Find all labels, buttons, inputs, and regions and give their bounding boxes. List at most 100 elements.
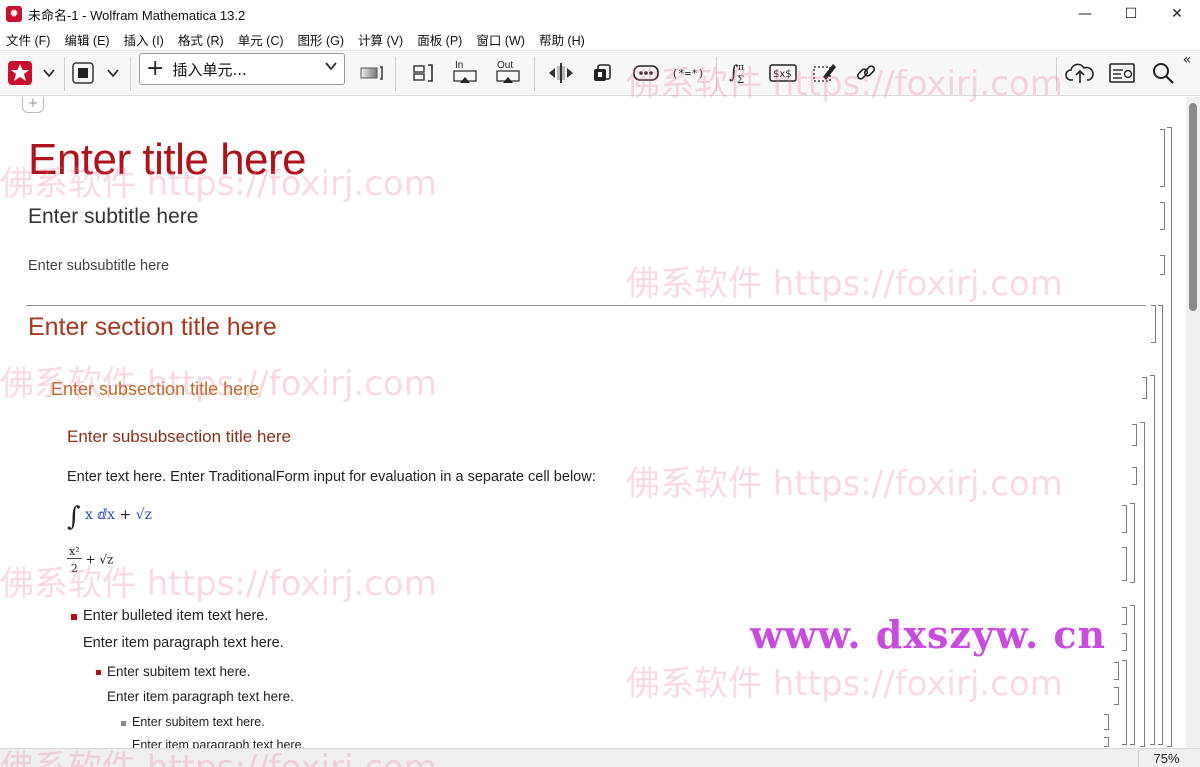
output-fraction: x² 2 <box>67 545 82 575</box>
input-plus: + <box>119 507 132 523</box>
cell-bracket[interactable] <box>1160 202 1165 230</box>
split-cell-icon[interactable] <box>546 58 576 88</box>
output-plus: + <box>85 552 96 567</box>
add-cell-icon[interactable]: + <box>22 97 44 113</box>
input-sqrt: √z <box>135 507 152 523</box>
group-bracket[interactable] <box>1130 605 1135 745</box>
status-bar: 75% <box>0 748 1200 767</box>
menu-window[interactable]: 窗口 (W) <box>476 30 525 49</box>
group-bracket[interactable] <box>1167 127 1172 747</box>
menu-palettes[interactable]: 面板 (P) <box>417 30 462 49</box>
menu-format[interactable]: 格式 (R) <box>178 30 224 49</box>
drawing-tools-icon[interactable] <box>810 58 838 88</box>
menu-file[interactable]: 文件 (F) <box>6 30 50 49</box>
scrollbar-thumb[interactable] <box>1189 103 1197 311</box>
svg-text:π: π <box>738 63 744 73</box>
math-palette-icon[interactable]: ∫ π Σ <box>726 58 754 88</box>
cell-style-icon[interactable] <box>357 58 385 88</box>
menu-evaluation[interactable]: 计算 (V) <box>358 30 403 49</box>
item-paragraph-cell[interactable]: Enter item paragraph text here. <box>83 635 284 651</box>
window-controls: — ☐ ✕ <box>1062 0 1200 28</box>
cell-bracket[interactable] <box>1104 737 1109 747</box>
insert-cell-dropdown[interactable]: + 插入单元... <box>139 53 345 85</box>
cell-bracket[interactable] <box>1160 129 1165 187</box>
group-bracket[interactable] <box>1140 422 1145 747</box>
group-cells-icon[interactable] <box>588 58 616 88</box>
input-cell[interactable]: ∫ x ⅆx + √z <box>67 502 152 532</box>
subsubsection-cell[interactable]: Enter subsubsection title here <box>67 427 291 447</box>
window-title: 未命名-1 - Wolfram Mathematica 13.2 <box>28 7 246 23</box>
menu-insert[interactable]: 插入 (I) <box>124 30 164 49</box>
cell-bracket[interactable] <box>1114 662 1119 680</box>
subsection-cell[interactable]: Enter subsection title here <box>51 379 259 400</box>
section-cell[interactable]: Enter section title here <box>28 313 277 342</box>
title-cell[interactable]: Enter title here <box>28 135 307 185</box>
subsubitem-bullet-icon <box>121 721 126 726</box>
subsubitem-cell[interactable]: Enter subitem text here. <box>132 715 265 729</box>
input-differential: ⅆx <box>97 507 116 523</box>
comment-icon[interactable]: (*=*) <box>670 58 706 88</box>
evaluate-icon[interactable] <box>6 58 34 88</box>
minimize-button[interactable]: — <box>1062 0 1108 28</box>
subitem-bullet-icon <box>96 670 101 675</box>
cell-bracket[interactable] <box>1114 687 1119 705</box>
insert-output-icon[interactable]: Out <box>493 58 523 88</box>
section-divider <box>26 305 1146 306</box>
chevron-down-icon <box>324 60 338 74</box>
cell-bracket[interactable] <box>1132 424 1137 446</box>
insert-cell-label: 插入单元... <box>172 60 247 79</box>
subtitle-cell[interactable]: Enter subtitle here <box>28 205 198 229</box>
menu-help[interactable]: 帮助 (H) <box>539 30 585 49</box>
group-bracket[interactable] <box>1158 305 1163 745</box>
abort-dropdown-chevron-icon[interactable] <box>102 58 124 88</box>
svg-text:Σ: Σ <box>737 75 744 86</box>
subitem-cell[interactable]: Enter subitem text here. <box>107 664 250 679</box>
collapse-toolbar-icon[interactable]: « <box>1178 51 1196 69</box>
cell-bracket[interactable] <box>1104 714 1109 730</box>
menu-bar: 文件 (F) 编辑 (E) 插入 (I) 格式 (R) 单元 (C) 图形 (G… <box>0 28 1200 50</box>
cell-bracket[interactable] <box>1160 255 1165 275</box>
svg-text:Out: Out <box>497 60 513 71</box>
ellipsis-icon[interactable] <box>630 58 662 88</box>
vertical-scrollbar[interactable] <box>1186 97 1200 748</box>
mathematica-logo-icon: ✹ <box>6 6 22 22</box>
group-bracket[interactable] <box>1150 375 1155 745</box>
input-variable: x <box>85 507 93 523</box>
svg-text:In: In <box>455 60 463 71</box>
maximize-button[interactable]: ☐ <box>1108 0 1154 28</box>
insert-input-icon[interactable]: In <box>451 58 479 88</box>
output-cell[interactable]: x² 2 + √z <box>67 545 113 575</box>
item-cell[interactable]: Enter bulleted item text here. <box>83 608 268 624</box>
group-bracket[interactable] <box>1130 503 1135 583</box>
subitem-paragraph-cell[interactable]: Enter item paragraph text here. <box>107 689 294 704</box>
group-bracket[interactable] <box>1122 660 1127 745</box>
menu-cell[interactable]: 单元 (C) <box>238 30 284 49</box>
evaluate-dropdown-chevron-icon[interactable] <box>38 58 60 88</box>
cell-bracket-icon[interactable] <box>409 58 437 88</box>
cell-bracket[interactable] <box>1142 377 1147 399</box>
cloud-upload-icon[interactable] <box>1064 58 1096 88</box>
text-cell[interactable]: Enter text here. Enter TraditionalForm i… <box>67 469 596 485</box>
integral-symbol: ∫ <box>67 502 81 532</box>
hyperlink-icon[interactable] <box>852 58 880 88</box>
cell-bracket[interactable] <box>1132 467 1137 485</box>
cell-bracket[interactable] <box>1122 633 1127 651</box>
output-denominator: 2 <box>70 562 78 575</box>
presenter-tools-icon[interactable] <box>1106 58 1138 88</box>
cell-bracket[interactable] <box>1122 547 1127 581</box>
cell-bracket[interactable] <box>1122 505 1127 533</box>
search-icon[interactable] <box>1148 58 1178 88</box>
close-button[interactable]: ✕ <box>1154 0 1200 28</box>
bullet-marker-icon <box>71 614 77 620</box>
subsubtitle-cell[interactable]: Enter subsubtitle here <box>28 258 169 274</box>
zoom-level[interactable]: 75% <box>1138 750 1194 767</box>
output-sqrt: √z <box>99 552 114 567</box>
menu-edit[interactable]: 编辑 (E) <box>64 30 109 49</box>
inline-math-icon[interactable]: $x$ <box>768 58 798 88</box>
subsubitem-paragraph-cell[interactable]: Enter item paragraph text here. <box>132 738 305 748</box>
menu-graphics[interactable]: 图形 (G) <box>298 30 345 49</box>
abort-icon[interactable] <box>70 58 96 88</box>
output-numerator: x² <box>67 545 82 559</box>
cell-bracket[interactable] <box>1122 607 1127 625</box>
cell-bracket[interactable] <box>1151 305 1156 343</box>
